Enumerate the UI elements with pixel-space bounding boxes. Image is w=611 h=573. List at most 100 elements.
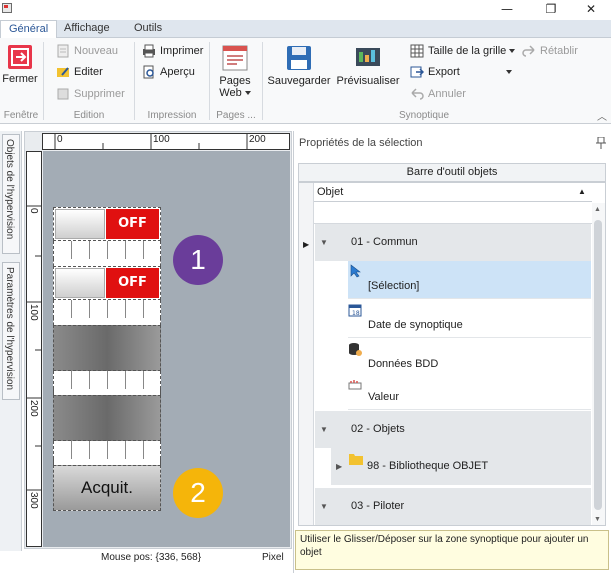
item-label: Données BDD [368, 358, 439, 370]
close-window-icon[interactable]: ✕ [571, 0, 611, 20]
list-item-valeur[interactable]: Valeur [348, 375, 591, 410]
tab-parametres-hypervision[interactable]: Paramètres de l'hypervision [2, 262, 20, 400]
ruler-label: 0 [57, 134, 63, 145]
switch-widget[interactable]: OFF [53, 207, 161, 241]
tab-objets-hypervision[interactable]: Objets de l'hypervision [2, 134, 20, 254]
category-row-objets[interactable]: ▼ 02 - Objets [315, 411, 591, 448]
switch-off-label: OFF [106, 268, 159, 298]
pin-icon[interactable] [596, 137, 606, 149]
save-button[interactable]: Sauvegarder [266, 44, 332, 87]
undo-icon [411, 88, 424, 100]
edit-button[interactable]: Editer [56, 63, 103, 81]
category-label: 02 - Objets [351, 423, 405, 435]
value-icon [348, 380, 362, 390]
collapse-icon[interactable]: ▼ [320, 488, 328, 525]
tab-affichage[interactable]: Affichage [56, 20, 118, 38]
stripe-spacer [53, 441, 161, 459]
ruler-label: 0 [28, 208, 39, 214]
ruler-corner [26, 133, 42, 150]
vertical-ruler: 0 100 200 300 [26, 151, 42, 547]
category-row-piloter[interactable]: ▼ 03 - Piloter [315, 488, 591, 525]
redo-label: Rétablir [540, 45, 578, 57]
redo-button[interactable]: Rétablir [522, 42, 578, 60]
preview-screen-icon [356, 48, 380, 66]
scroll-up-icon[interactable]: ▲ [594, 206, 601, 213]
database-icon [349, 343, 362, 356]
new-label: Nouveau [74, 45, 119, 57]
group-label-synoptique: Synoptique [398, 110, 450, 121]
export-button[interactable]: Export [410, 63, 512, 81]
collapse-icon[interactable]: ▼ [320, 411, 328, 448]
column-header-objet[interactable]: Objet ▲ [314, 183, 592, 202]
scrollbar-thumb[interactable] [594, 220, 602, 510]
gradient-object[interactable] [53, 325, 161, 371]
filter-row[interactable] [314, 203, 592, 224]
undo-button[interactable]: Annuler [410, 85, 466, 103]
item-label: [Sélection] [368, 280, 420, 292]
grid-size-button[interactable]: Taille de la grille [410, 42, 516, 60]
category-label: 03 - Piloter [351, 500, 405, 512]
category-label: 01 - Commun [351, 236, 418, 248]
tab-outils[interactable]: Outils [126, 20, 170, 38]
separator [209, 42, 210, 120]
list-item-selection[interactable]: [Sélection] [348, 261, 591, 299]
group-label-pages: Pages ... [216, 110, 256, 121]
stripe-spacer [53, 318, 161, 325]
category-row-commun[interactable]: ▼ 01 - Commun [315, 224, 591, 261]
collapse-ribbon-icon[interactable]: ︿ [597, 108, 607, 123]
preview-label: Prévisualiser [336, 75, 400, 87]
preview-print-button[interactable]: Aperçu [142, 63, 195, 81]
ruler-label: 300 [28, 492, 39, 509]
export-icon [410, 66, 424, 78]
save-disk-icon [287, 46, 311, 70]
ruler-label: 100 [153, 134, 170, 145]
save-label: Sauvegarder [267, 75, 331, 87]
sort-ascending-icon[interactable]: ▲ [578, 183, 586, 201]
undo-label: Annuler [428, 88, 466, 100]
close-button[interactable]: Fermer [2, 44, 38, 85]
print-button[interactable]: Imprimer [142, 42, 203, 60]
list-item-bdd[interactable]: Données BDD [348, 339, 591, 377]
list-item-date[interactable]: 18 Date de synoptique [348, 300, 591, 338]
current-row-indicator-icon: ▶ [303, 240, 310, 249]
separator [134, 42, 135, 120]
edit-icon [57, 67, 69, 78]
expand-icon[interactable]: ▶ [336, 448, 342, 485]
ruler-label: 200 [249, 134, 266, 145]
callout-badge-2: 2 [173, 468, 223, 518]
web-pages-icon [222, 45, 248, 71]
new-button[interactable]: Nouveau [56, 42, 118, 60]
switch-off-label: OFF [106, 209, 159, 239]
dropdown-caret-icon [509, 49, 516, 54]
gradient-object[interactable] [53, 395, 161, 441]
status-bar: Mouse pos: {336, 568} Pixel [24, 549, 292, 567]
grid-size-label: Taille de la grille [428, 45, 507, 57]
acquit-button[interactable]: Acquit. [53, 465, 161, 511]
item-label: Date de synoptique [368, 319, 463, 331]
mouse-position: Mouse pos: {336, 568} [101, 552, 202, 563]
minimize-icon[interactable]: — [487, 0, 527, 20]
pages-web-button[interactable]: Pages Web [212, 44, 258, 99]
switch-widget[interactable]: OFF [53, 266, 161, 300]
tab-general[interactable]: Général [0, 20, 58, 39]
collapse-icon[interactable]: ▼ [320, 224, 328, 261]
delete-button[interactable]: Supprimer [56, 85, 125, 103]
exit-icon [8, 45, 32, 69]
object-toolbar-header[interactable]: Barre d'outil objets [298, 163, 606, 182]
scroll-down-icon[interactable]: ▼ [594, 516, 601, 523]
redo-icon [522, 45, 535, 57]
preview-button[interactable]: Prévisualiser [336, 44, 400, 87]
dropdown-caret-icon [244, 91, 251, 96]
callout-badge-1: 1 [173, 235, 223, 285]
group-label-edition: Edition [73, 110, 105, 121]
new-doc-icon [57, 44, 69, 58]
panel-title: Propriétés de la sélection [299, 137, 423, 149]
export-label: Export [428, 66, 460, 78]
row-header-column [299, 183, 314, 525]
tab-parametres-label: Paramètres de l'hypervision [4, 267, 15, 391]
print-preview-icon [143, 65, 154, 79]
maximize-icon[interactable]: ❐ [531, 0, 571, 20]
delete-label: Supprimer [74, 88, 125, 100]
subcategory-row-bibliotheque[interactable]: ▶ 98 - Bibliotheque OBJET [331, 448, 591, 485]
separator [43, 42, 44, 120]
